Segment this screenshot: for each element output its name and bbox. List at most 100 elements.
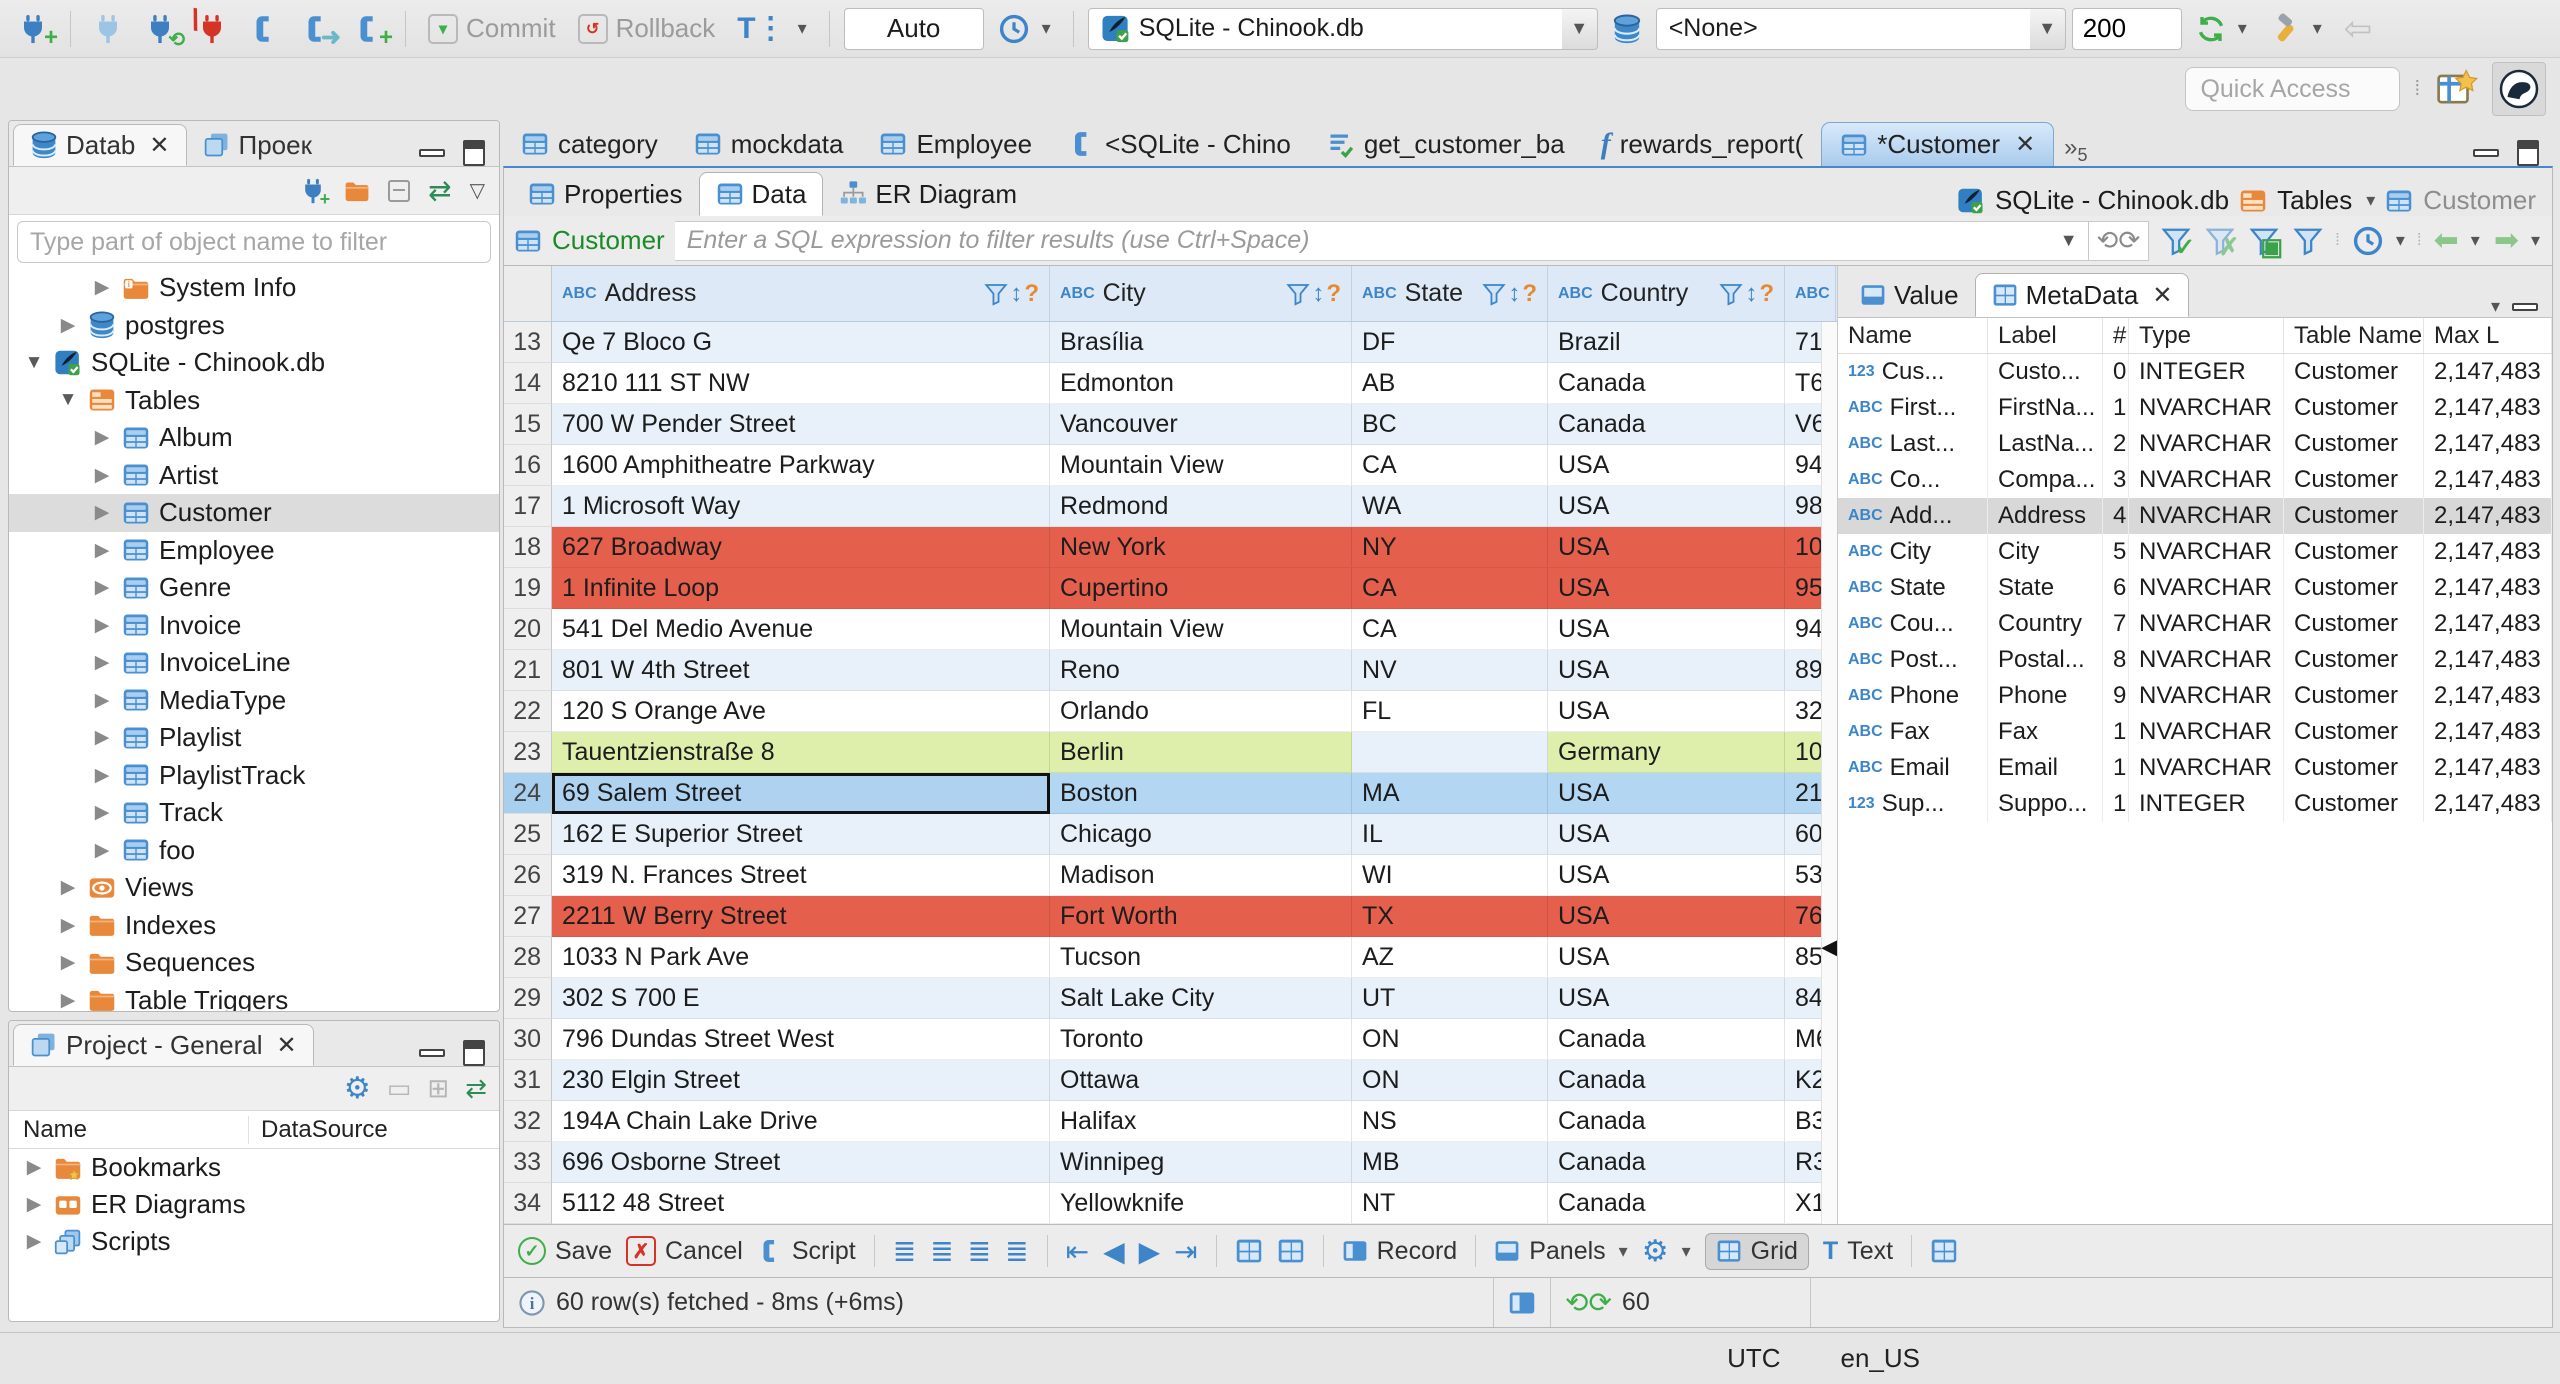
first-row-button[interactable]: ⇤ [1066, 1235, 1089, 1268]
minimize-icon[interactable] [419, 149, 445, 157]
meta-cell-name[interactable]: ABC City [1838, 534, 1988, 570]
meta-cell-ord[interactable]: 1 [2103, 390, 2129, 426]
meta-cell-table[interactable]: Customer [2284, 534, 2424, 570]
row-number[interactable]: 32 [504, 1101, 552, 1142]
metadata-row[interactable]: ABC City City 5 NVARCHAR Customer 2,147,483 [1838, 534, 2552, 570]
cell-state[interactable]: AZ [1352, 937, 1548, 978]
cell-state[interactable]: NV [1352, 650, 1548, 691]
previous-row-button[interactable]: ◀ [1103, 1235, 1125, 1268]
cell-state[interactable]: NY [1352, 527, 1548, 568]
column-header-datasource[interactable]: DataSource [249, 1116, 388, 1144]
tree-item-sqlite-chinook-db[interactable]: ▼ SQLite - Chinook.db [9, 344, 499, 382]
cell-country[interactable]: USA [1548, 814, 1785, 855]
cell-city[interactable]: Mountain View [1050, 445, 1352, 486]
auto-refresh-button[interactable]: ▾ [2188, 10, 2255, 48]
object-filter-input[interactable] [17, 221, 491, 263]
close-icon[interactable]: ✕ [149, 131, 169, 160]
save-button[interactable]: ✓ Save [518, 1237, 612, 1266]
tree-item-tables[interactable]: ▼ Tables [9, 382, 499, 420]
cell-city[interactable]: Redmond [1050, 486, 1352, 527]
database-combo-arrow[interactable]: ▼ [1561, 7, 1598, 50]
expander-icon[interactable]: ▶ [57, 876, 79, 899]
schema-combo-arrow[interactable]: ▼ [2029, 7, 2066, 50]
cell-country[interactable]: USA [1548, 855, 1785, 896]
cell-city[interactable]: Chicago [1050, 814, 1352, 855]
row-number[interactable]: 25 [504, 814, 552, 855]
meta-cell-type[interactable]: NVARCHAR [2129, 750, 2284, 786]
cell-address[interactable]: 627 Broadway [552, 527, 1050, 568]
tree-item-sequences[interactable]: ▶ Sequences [9, 944, 499, 982]
reconnect-button[interactable]: ⟲ [137, 10, 185, 50]
cell-state[interactable]: NT [1352, 1183, 1548, 1224]
cell-state[interactable]: BC [1352, 404, 1548, 445]
meta-cell-type[interactable]: INTEGER [2129, 354, 2284, 390]
nav-back-button[interactable]: ⬅ ▾ [2432, 221, 2482, 260]
nav-new-connection-button[interactable]: + [298, 176, 330, 208]
meta-cell-table[interactable]: Customer [2284, 426, 2424, 462]
breadcrumb-tables[interactable]: Tables [2277, 185, 2352, 216]
tree-item-genre[interactable]: ▶ Genre [9, 569, 499, 607]
expander-icon[interactable]: ▶ [91, 614, 113, 637]
tree-item-invoice[interactable]: ▶ Invoice [9, 607, 499, 645]
expander-icon[interactable]: ▶ [23, 1230, 45, 1253]
cell-country[interactable]: Canada [1548, 1101, 1785, 1142]
meta-col-ordinal[interactable]: # [2103, 318, 2129, 353]
expander-icon[interactable]: ▼ [23, 352, 45, 374]
tab-project-general[interactable]: Project - General ✕ [13, 1024, 314, 1066]
meta-cell-max[interactable]: 2,147,483 [2424, 750, 2552, 786]
maximize-icon[interactable] [463, 1040, 485, 1066]
editor-tab--customer[interactable]: *Customer ✕ [1821, 122, 2055, 166]
autosize-columns-icon[interactable]: ≣ [968, 1235, 991, 1268]
meta-cell-ord[interactable]: 9 [2103, 678, 2129, 714]
panel-collapse-arrow-icon[interactable]: ◀ [1821, 934, 1837, 960]
column-header-state[interactable]: ABC State ↕? [1352, 266, 1548, 321]
sort-hint-icon[interactable]: ? [1024, 280, 1039, 308]
expander-icon[interactable]: ▶ [91, 651, 113, 674]
save-filter-button[interactable]: ▣ [2247, 224, 2283, 259]
sql-editor-button[interactable] [241, 10, 287, 48]
cell-city[interactable]: Tucson [1050, 937, 1352, 978]
cell-city[interactable]: Boston [1050, 773, 1352, 814]
meta-cell-name[interactable]: ABC Last... [1838, 426, 1988, 462]
meta-cell-max[interactable]: 2,147,483 [2424, 714, 2552, 750]
meta-cell-table[interactable]: Customer [2284, 498, 2424, 534]
tab-metadata[interactable]: MetaData ✕ [1974, 273, 2190, 317]
collapse-all-button[interactable] [386, 178, 412, 204]
grid-settings-button[interactable]: ⚙ ▾ [1642, 1234, 1691, 1269]
tree-item-playlisttrack[interactable]: ▶ PlaylistTrack [9, 757, 499, 795]
meta-cell-ord[interactable]: 1 [2103, 750, 2129, 786]
meta-cell-table[interactable]: Customer [2284, 462, 2424, 498]
meta-cell-name[interactable]: ABC State [1838, 570, 1988, 606]
meta-cell-max[interactable]: 2,147,483 [2424, 678, 2552, 714]
expander-icon[interactable]: ▼ [57, 389, 79, 411]
expander-icon[interactable]: ▶ [23, 1193, 45, 1216]
quick-access-input[interactable] [2185, 67, 2401, 111]
meta-cell-name[interactable]: ABC Add... [1838, 498, 1988, 534]
meta-cell-name[interactable]: ABC Co... [1838, 462, 1988, 498]
cell-address[interactable]: 230 Elgin Street [552, 1060, 1050, 1101]
column-header-name[interactable]: Name [9, 1115, 249, 1144]
expander-icon[interactable]: ▶ [91, 764, 113, 787]
minimize-icon[interactable] [419, 1049, 445, 1057]
meta-cell-max[interactable]: 2,147,483 [2424, 462, 2552, 498]
connect-button[interactable] [85, 10, 131, 48]
active-schema-combo[interactable]: <None> [1655, 7, 2036, 50]
meta-cell-max[interactable]: 2,147,483 [2424, 354, 2552, 390]
expander-icon[interactable]: ▶ [91, 276, 113, 299]
commit-button[interactable]: ▾ Commit [420, 9, 564, 48]
cell-city[interactable]: Halifax [1050, 1101, 1352, 1142]
meta-cell-name[interactable]: 123 Sup... [1838, 786, 1988, 822]
cell-country[interactable]: USA [1548, 609, 1785, 650]
meta-cell-name[interactable]: ABC Cou... [1838, 606, 1988, 642]
editor-tab-get-customer-ba[interactable]: get_customer_ba [1309, 122, 1583, 166]
expander-icon[interactable]: ▶ [91, 464, 113, 487]
meta-cell-ord[interactable]: 1 [2103, 714, 2129, 750]
meta-cell-type[interactable]: INTEGER [2129, 786, 2284, 822]
project-item-scripts[interactable]: ▶ Scripts [9, 1223, 499, 1260]
column-header-partial[interactable]: ABC [1785, 266, 1836, 321]
cell-city[interactable]: Cupertino [1050, 568, 1352, 609]
row-number[interactable]: 22 [504, 691, 552, 732]
align-columns-icon[interactable]: ≣ [930, 1235, 953, 1268]
cell-state[interactable]: FL [1352, 691, 1548, 732]
maximize-icon[interactable] [463, 140, 485, 166]
